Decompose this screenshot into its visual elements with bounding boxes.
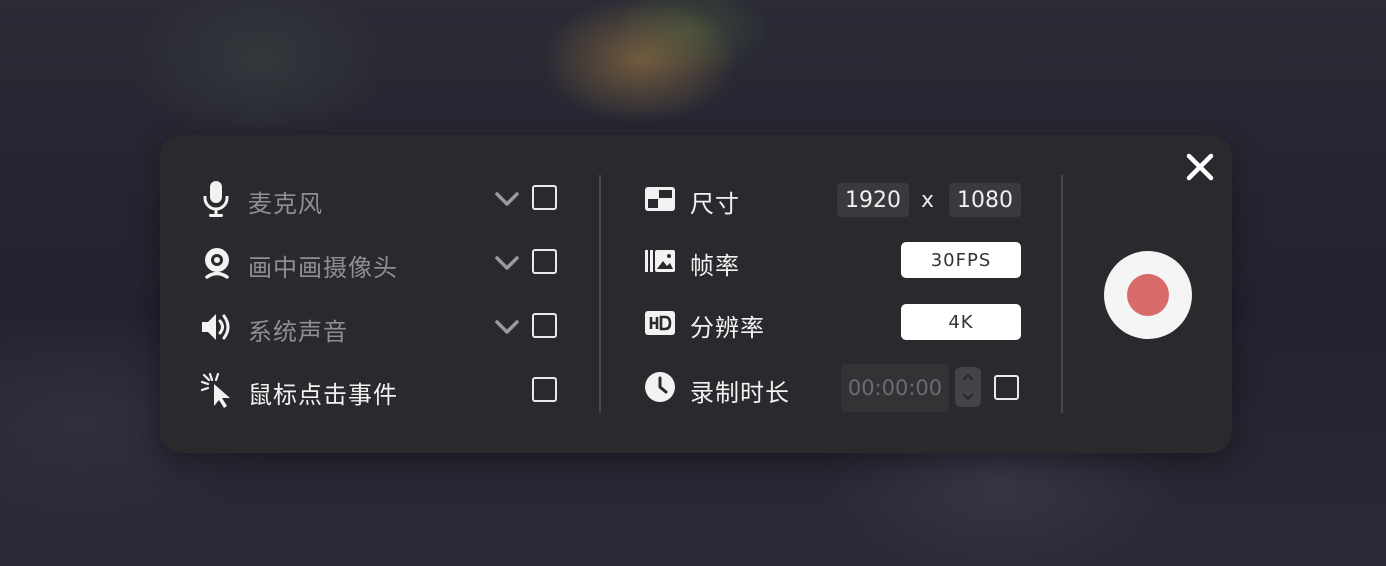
record-button[interactable] <box>1104 251 1192 339</box>
resolution-label: 分辨率 <box>690 314 765 342</box>
frame-rate-label: 帧率 <box>690 252 740 280</box>
size-label: 尺寸 <box>690 190 740 218</box>
stepper-down-button[interactable] <box>955 387 981 407</box>
microphone-dropdown-chevron-icon[interactable] <box>494 190 520 210</box>
frame-rate-select[interactable]: 30FPS <box>901 242 1021 278</box>
column-divider-right <box>1061 175 1063 413</box>
speaker-icon <box>200 310 234 344</box>
close-button[interactable] <box>1184 151 1216 183</box>
frames-icon <box>644 248 676 274</box>
system-audio-label: 系统声音 <box>248 318 348 346</box>
clock-icon <box>644 371 676 403</box>
chevron-down-icon <box>962 393 974 401</box>
mouse-click-checkbox[interactable] <box>532 377 557 402</box>
system-audio-dropdown-chevron-icon[interactable] <box>494 318 520 338</box>
microphone-checkbox[interactable] <box>532 185 557 210</box>
stepper-up-button[interactable] <box>955 367 981 387</box>
duration-input[interactable]: 00:00:00 <box>841 364 949 412</box>
mouse-click-label: 鼠标点击事件 <box>248 381 398 409</box>
close-icon <box>1186 153 1214 181</box>
pip-camera-checkbox[interactable] <box>532 249 557 274</box>
resolution-select[interactable]: 4K <box>901 304 1021 340</box>
system-audio-checkbox[interactable] <box>532 313 557 338</box>
record-dot-icon <box>1127 274 1169 316</box>
height-value[interactable]: 1080 <box>949 183 1021 217</box>
webcam-icon <box>200 246 234 280</box>
screen-size-icon <box>644 186 676 212</box>
size-separator: x <box>921 188 935 213</box>
width-value[interactable]: 1920 <box>837 183 909 217</box>
column-divider <box>599 175 601 413</box>
microphone-icon <box>200 180 232 218</box>
microphone-label: 麦克风 <box>248 190 323 218</box>
pip-camera-dropdown-chevron-icon[interactable] <box>494 254 520 274</box>
duration-stepper <box>955 367 981 407</box>
chevron-up-icon <box>962 373 974 381</box>
hd-icon <box>644 310 676 336</box>
duration-checkbox[interactable] <box>994 375 1019 400</box>
pip-camera-label: 画中画摄像头 <box>248 254 398 282</box>
cursor-click-icon <box>200 372 236 408</box>
duration-label: 录制时长 <box>690 379 790 407</box>
